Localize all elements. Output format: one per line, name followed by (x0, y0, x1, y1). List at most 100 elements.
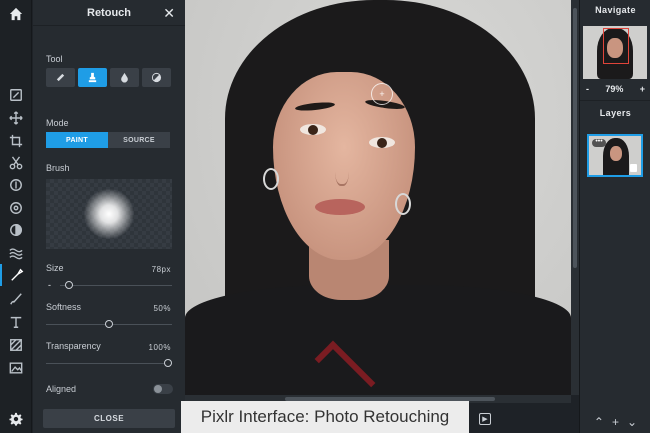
rail-tool-cut[interactable] (0, 152, 32, 174)
retouch-panel: Retouch ✕ Tool Mode PAINT SOURCE Brush S… (33, 0, 185, 433)
add-layer-icon[interactable]: + (612, 415, 619, 429)
rail-tool-pattern[interactable] (0, 334, 32, 356)
layers-title: Layers (599, 108, 632, 118)
layer-item[interactable]: ••• (587, 134, 643, 177)
softness-value: 50% (153, 304, 171, 313)
tool-label: Tool (46, 54, 63, 64)
pattern-icon (10, 339, 22, 351)
chevron-up-icon[interactable]: ⌃ (594, 415, 604, 429)
rail-tool-image[interactable] (0, 357, 32, 379)
text-icon (10, 316, 22, 328)
crosshair-icon: + (379, 88, 385, 99)
retouch-tool-group (46, 68, 171, 87)
panel-header: Retouch ✕ (33, 0, 185, 26)
transparency-slider-track (46, 363, 172, 364)
layer-thumb-face (610, 146, 622, 161)
rail-tool-crop[interactable] (0, 130, 32, 152)
mode-toggle: PAINT SOURCE (46, 132, 170, 148)
zoom-level: 79% (605, 84, 624, 94)
chevron-down-icon[interactable]: ⌄ (627, 415, 637, 429)
expand-panel-icon[interactable]: ▶ (479, 413, 491, 425)
size-minus-icon[interactable]: - (48, 280, 51, 290)
aligned-toggle-dot (154, 385, 162, 393)
brush-preview[interactable] (46, 179, 172, 249)
mode-paint-button[interactable]: PAINT (46, 132, 108, 148)
transparency-slider[interactable] (46, 359, 172, 368)
retouch-icon (11, 268, 24, 281)
stamp-icon (88, 72, 97, 83)
rail-tool-text[interactable] (0, 311, 32, 333)
close-panel-button[interactable]: CLOSE (43, 409, 175, 428)
tool-rail (0, 0, 32, 433)
droplet-icon (121, 72, 128, 83)
softness-slider[interactable] (46, 320, 172, 329)
softness-label: Softness (46, 302, 82, 312)
brush-shape (84, 189, 134, 239)
zoom-out-button[interactable]: - (586, 84, 589, 94)
mode-source-button[interactable]: SOURCE (108, 132, 170, 148)
settings-button[interactable] (0, 407, 32, 431)
aligned-toggle[interactable] (153, 384, 173, 394)
size-label: Size (46, 263, 64, 273)
sponge-tool-button[interactable] (142, 68, 171, 87)
size-value: 78px (151, 265, 171, 274)
layer-options-icon[interactable]: ••• (592, 138, 606, 147)
size-slider-knob[interactable] (65, 281, 73, 289)
layer-actions: ⌃ + ⌄ (580, 415, 650, 429)
photo-nose (335, 150, 349, 186)
brush-icon (10, 293, 22, 305)
rail-tool-wave[interactable] (0, 242, 32, 264)
filter-icon (10, 202, 22, 214)
softness-slider-knob[interactable] (105, 320, 113, 328)
image-icon (9, 362, 23, 374)
image-canvas[interactable]: + (185, 0, 571, 395)
panel-title: Retouch (87, 6, 131, 19)
size-slider-track (60, 285, 172, 286)
mode-label: Mode (46, 118, 69, 128)
contrast-icon (151, 72, 162, 83)
right-panels: Navigate - 79% + Layers ••• ⌃ + ⌄ (579, 0, 650, 433)
close-icon[interactable]: ✕ (163, 5, 175, 22)
crop-icon (9, 134, 23, 148)
wave-icon (9, 248, 23, 260)
zoom-in-button[interactable]: + (640, 84, 645, 94)
rail-tool-filter[interactable] (0, 197, 32, 219)
blur-tool-button[interactable] (110, 68, 139, 87)
caption: Pixlr Interface: Photo Retouching (181, 401, 469, 433)
rail-tool-brush[interactable] (0, 288, 32, 310)
navigate-title: Navigate (595, 5, 636, 15)
rail-tool-retouch[interactable] (0, 264, 32, 286)
transparency-slider-knob[interactable] (164, 359, 172, 367)
clone-stamp-button[interactable] (78, 68, 107, 87)
frame-icon (10, 89, 22, 101)
photo-left-earring (263, 168, 279, 190)
photo-left-eye (300, 124, 326, 135)
brush-label: Brush (46, 163, 70, 173)
gear-icon (9, 412, 23, 426)
photo-lips (315, 199, 365, 215)
size-slider[interactable]: - (46, 280, 172, 290)
navigator-thumbnail[interactable] (583, 26, 647, 79)
cut-icon (9, 156, 23, 170)
zoom-controls: - 79% + (580, 84, 650, 94)
vertical-scrollbar[interactable] (571, 0, 579, 395)
transparency-label: Transparency (46, 341, 101, 351)
vertical-scroll-thumb[interactable] (573, 8, 577, 268)
bandage-icon (56, 73, 65, 82)
adjust-icon (10, 179, 22, 191)
home-button[interactable] (0, 0, 32, 28)
rail-tool-liquify[interactable] (0, 219, 32, 241)
brush-cursor: + (371, 83, 393, 105)
rail-tool-crop-frame[interactable] (0, 84, 32, 106)
liquify-icon (10, 224, 22, 236)
lock-icon (630, 164, 637, 172)
home-icon (9, 7, 23, 21)
photo-right-eye (369, 137, 395, 148)
panel-divider (580, 100, 650, 101)
rail-tool-move[interactable] (0, 107, 32, 129)
rail-tool-adjust[interactable] (0, 174, 32, 196)
navigator-viewport[interactable] (603, 28, 629, 64)
transparency-value: 100% (148, 343, 171, 352)
heal-tool-button[interactable] (46, 68, 75, 87)
move-icon (9, 111, 23, 125)
